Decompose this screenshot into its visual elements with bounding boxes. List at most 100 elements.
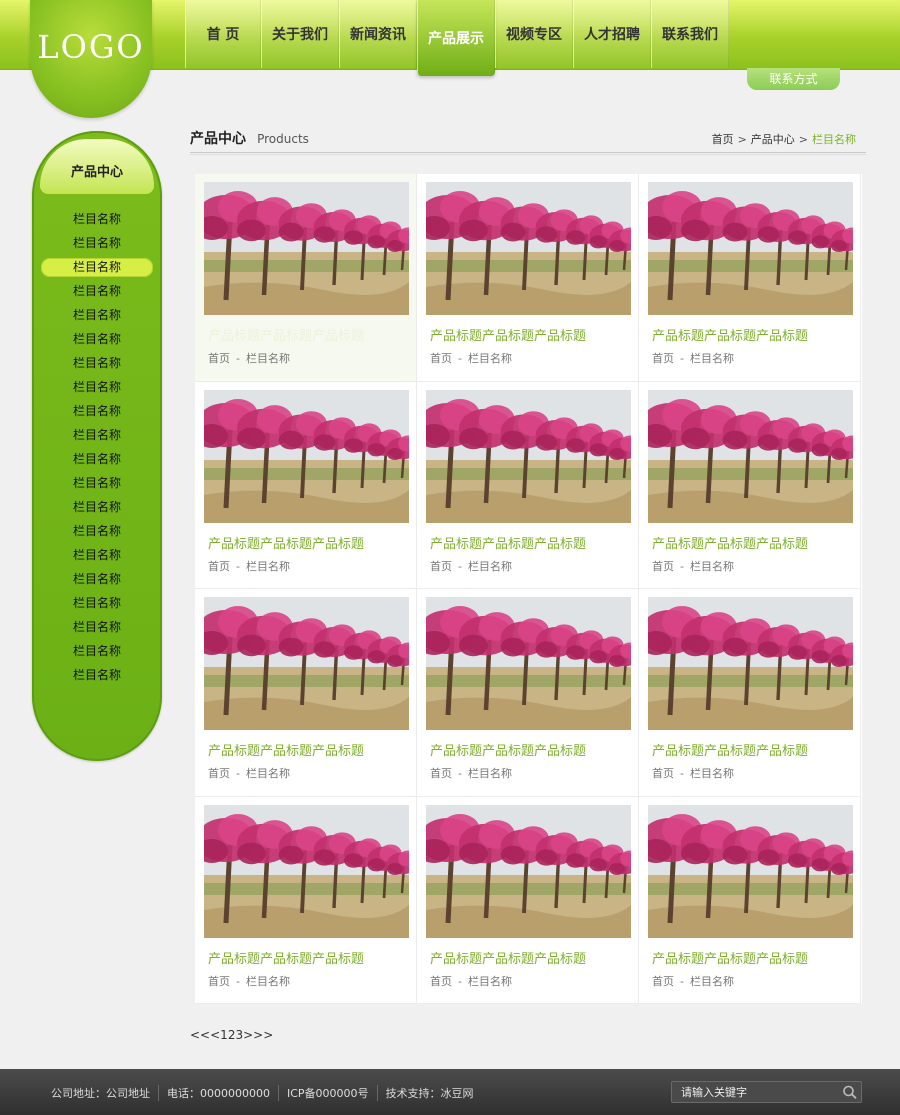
product-image[interactable]	[204, 804, 409, 938]
product-meta-category[interactable]: 栏目名称	[246, 975, 290, 988]
product-title[interactable]: 产品标题产品标题产品标题	[208, 740, 416, 759]
sidebar-item[interactable]: 栏目名称	[40, 351, 154, 375]
search-icon[interactable]	[841, 1084, 859, 1100]
product-meta-category[interactable]: 栏目名称	[690, 975, 734, 988]
product-meta-category[interactable]: 栏目名称	[246, 560, 290, 573]
logo[interactable]: LOGO	[30, 0, 152, 118]
sidebar-item[interactable]: 栏目名称	[40, 615, 154, 639]
product-meta-home[interactable]: 首页	[430, 352, 452, 365]
product-image[interactable]	[204, 389, 409, 523]
sidebar-item[interactable]: 栏目名称	[40, 543, 154, 567]
product-card[interactable]: 产品标题产品标题产品标题 首页 - 栏目名称	[417, 796, 639, 1004]
nav-item-2[interactable]: 新闻资讯	[339, 0, 417, 68]
breadcrumb-current[interactable]: 栏目名称	[812, 133, 856, 146]
nav-item-3[interactable]: 产品展示	[417, 0, 495, 76]
product-meta-category[interactable]: 栏目名称	[468, 352, 512, 365]
product-meta-home[interactable]: 首页	[652, 767, 674, 780]
sidebar-item[interactable]: 栏目名称	[40, 207, 154, 231]
page-link-1[interactable]: 1	[220, 1028, 228, 1042]
nav-item-6[interactable]: 联系我们	[651, 0, 729, 68]
product-title[interactable]: 产品标题产品标题产品标题	[208, 325, 416, 344]
product-meta-category[interactable]: 栏目名称	[468, 560, 512, 573]
product-title[interactable]: 产品标题产品标题产品标题	[652, 325, 860, 344]
sidebar-item[interactable]: 栏目名称	[40, 663, 154, 687]
product-card[interactable]: 产品标题产品标题产品标题 首页 - 栏目名称	[195, 381, 417, 589]
product-image[interactable]	[648, 182, 853, 315]
product-title[interactable]: 产品标题产品标题产品标题	[208, 948, 416, 967]
prev-page-link[interactable]: <	[210, 1028, 220, 1042]
product-card[interactable]: 产品标题产品标题产品标题 首页 - 栏目名称	[639, 796, 861, 1004]
contact-tab[interactable]: 联系方式	[747, 68, 840, 90]
breadcrumb-home[interactable]: 首页	[712, 133, 734, 146]
product-image[interactable]	[648, 804, 853, 938]
nav-item-1[interactable]: 关于我们	[261, 0, 339, 68]
product-meta-home[interactable]: 首页	[208, 560, 230, 573]
breadcrumb-products[interactable]: 产品中心	[751, 133, 795, 146]
sidebar-item[interactable]: 栏目名称	[40, 375, 154, 399]
product-meta-home[interactable]: 首页	[208, 767, 230, 780]
product-title[interactable]: 产品标题产品标题产品标题	[652, 948, 860, 967]
product-meta-category[interactable]: 栏目名称	[246, 767, 290, 780]
product-meta-home[interactable]: 首页	[430, 560, 452, 573]
sidebar-item[interactable]: 栏目名称	[40, 567, 154, 591]
product-meta-category[interactable]: 栏目名称	[468, 767, 512, 780]
product-meta-home[interactable]: 首页	[208, 975, 230, 988]
product-image[interactable]	[426, 182, 631, 315]
sidebar-item[interactable]: 栏目名称	[40, 471, 154, 495]
product-title[interactable]: 产品标题产品标题产品标题	[208, 533, 416, 552]
product-title[interactable]: 产品标题产品标题产品标题	[430, 948, 638, 967]
product-card[interactable]: 产品标题产品标题产品标题 首页 - 栏目名称	[639, 589, 861, 797]
sidebar-item[interactable]: 栏目名称	[40, 255, 154, 279]
first-page-link[interactable]: <<	[190, 1028, 210, 1042]
product-card[interactable]: 产品标题产品标题产品标题 首页 - 栏目名称	[417, 174, 639, 382]
nav-item-5[interactable]: 人才招聘	[573, 0, 651, 68]
product-meta-category[interactable]: 栏目名称	[468, 975, 512, 988]
nav-item-4[interactable]: 视频专区	[495, 0, 573, 68]
search-input[interactable]	[672, 1082, 837, 1102]
product-card[interactable]: 产品标题产品标题产品标题 首页 - 栏目名称	[195, 589, 417, 797]
product-card[interactable]: 产品标题产品标题产品标题 首页 - 栏目名称	[417, 381, 639, 589]
sidebar-item[interactable]: 栏目名称	[40, 423, 154, 447]
product-card[interactable]: 产品标题产品标题产品标题 首页 - 栏目名称	[639, 381, 861, 589]
sidebar-item[interactable]: 栏目名称	[40, 303, 154, 327]
product-title[interactable]: 产品标题产品标题产品标题	[652, 533, 860, 552]
next-page-link[interactable]: >	[243, 1028, 253, 1042]
product-meta-category[interactable]: 栏目名称	[246, 352, 290, 365]
sidebar-item[interactable]: 栏目名称	[40, 639, 154, 663]
sidebar-item[interactable]: 栏目名称	[40, 231, 154, 255]
product-meta-category[interactable]: 栏目名称	[690, 352, 734, 365]
sidebar-item[interactable]: 栏目名称	[40, 519, 154, 543]
product-title[interactable]: 产品标题产品标题产品标题	[430, 533, 638, 552]
product-card[interactable]: 产品标题产品标题产品标题 首页 - 栏目名称	[639, 174, 861, 382]
product-meta-home[interactable]: 首页	[208, 352, 230, 365]
nav-item-0[interactable]: 首 页	[185, 0, 261, 68]
product-title[interactable]: 产品标题产品标题产品标题	[430, 740, 638, 759]
product-meta-home[interactable]: 首页	[652, 560, 674, 573]
sidebar-item[interactable]: 栏目名称	[40, 279, 154, 303]
product-meta-home[interactable]: 首页	[430, 767, 452, 780]
product-title[interactable]: 产品标题产品标题产品标题	[652, 740, 860, 759]
sidebar-item[interactable]: 栏目名称	[40, 399, 154, 423]
product-image[interactable]	[426, 389, 631, 523]
product-card[interactable]: 产品标题产品标题产品标题 首页 - 栏目名称	[417, 589, 639, 797]
product-meta-home[interactable]: 首页	[430, 975, 452, 988]
product-card[interactable]: 产品标题产品标题产品标题 首页 - 栏目名称	[195, 174, 417, 382]
product-meta-category[interactable]: 栏目名称	[690, 767, 734, 780]
sidebar-item[interactable]: 栏目名称	[40, 447, 154, 471]
product-image[interactable]	[426, 804, 631, 938]
product-meta-home[interactable]: 首页	[652, 352, 674, 365]
product-meta-category[interactable]: 栏目名称	[690, 560, 734, 573]
page-link-3[interactable]: 3	[235, 1028, 243, 1042]
product-image[interactable]	[204, 182, 409, 315]
product-image[interactable]	[648, 597, 853, 730]
product-image[interactable]	[426, 597, 631, 730]
last-page-link[interactable]: >>	[253, 1028, 273, 1042]
sidebar-item[interactable]: 栏目名称	[40, 591, 154, 615]
product-meta-home[interactable]: 首页	[652, 975, 674, 988]
product-image[interactable]	[648, 389, 853, 523]
product-card[interactable]: 产品标题产品标题产品标题 首页 - 栏目名称	[195, 796, 417, 1004]
product-image[interactable]	[204, 597, 409, 730]
sidebar-item[interactable]: 栏目名称	[40, 495, 154, 519]
product-title[interactable]: 产品标题产品标题产品标题	[430, 325, 638, 344]
sidebar-item[interactable]: 栏目名称	[40, 327, 154, 351]
